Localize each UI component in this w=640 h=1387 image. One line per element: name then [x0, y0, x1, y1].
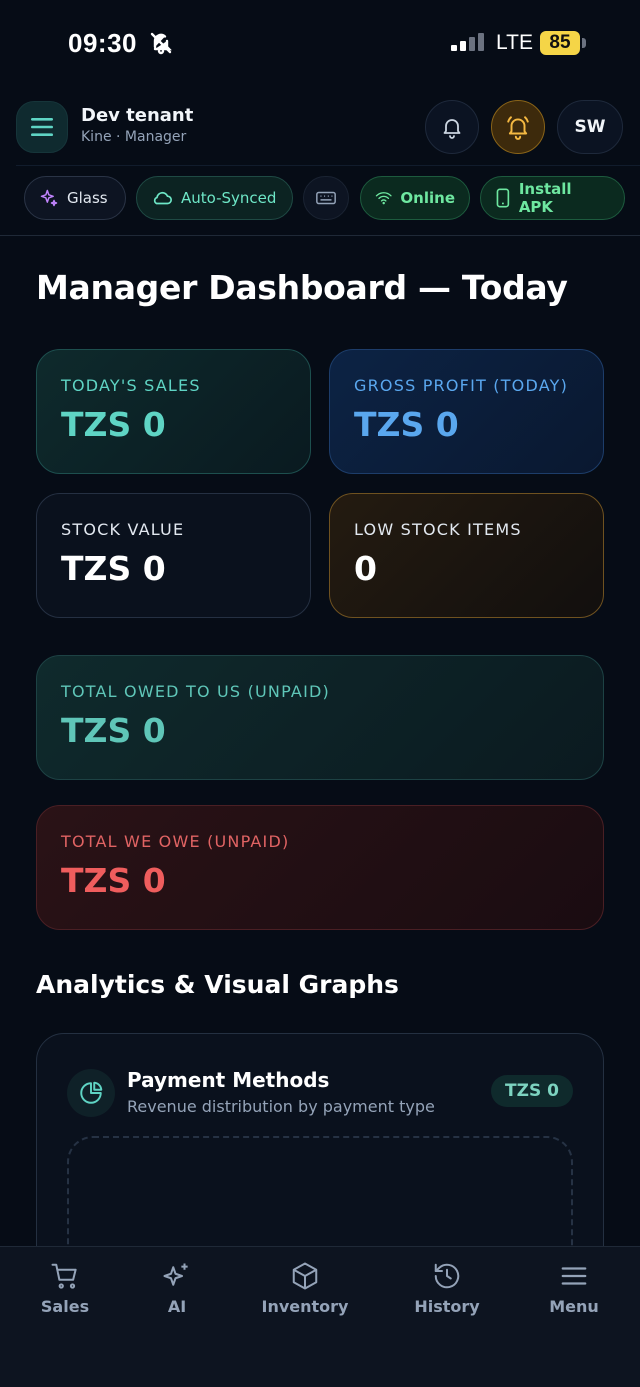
online-status-chip[interactable]: Online [360, 176, 470, 220]
battery-level: 85 [540, 31, 580, 55]
bell-off-icon [150, 32, 172, 55]
nav-inventory[interactable]: Inventory [260, 1261, 350, 1316]
install-apk-button[interactable]: Install APK [480, 176, 625, 220]
card-label: LOW STOCK ITEMS [354, 520, 522, 539]
card-value: TZS 0 [61, 405, 166, 444]
nav-menu[interactable]: Menu [546, 1261, 602, 1316]
we-owe-card[interactable]: TOTAL WE OWE (UNPAID) TZS 0 [36, 805, 604, 930]
toolbar-chips: Glass Auto-Synced Online Install APK [16, 165, 640, 227]
keyboard-chip[interactable] [303, 176, 349, 220]
stock-value-card[interactable]: STOCK VALUE TZS 0 [36, 493, 311, 618]
phone-icon [496, 188, 510, 208]
tenant-subtitle: Kine · Manager [81, 129, 187, 145]
card-label: TOTAL OWED TO US (UNPAID) [61, 682, 330, 701]
bell-icon [443, 119, 461, 139]
keyboard-icon [316, 191, 336, 205]
nav-ai[interactable]: AI [152, 1261, 202, 1316]
card-label: TOTAL WE OWE (UNPAID) [61, 832, 290, 851]
card-value: TZS 0 [354, 405, 459, 444]
card-label: GROSS PROFIT (TODAY) [354, 376, 569, 395]
panel-title: Payment Methods [127, 1068, 330, 1092]
notifications-button[interactable] [425, 100, 479, 154]
status-time: 09:30 [68, 28, 137, 58]
nav-label: History [414, 1297, 480, 1316]
status-bar: 09:30 LTE 85 [0, 0, 640, 90]
nav-label: AI [167, 1297, 187, 1316]
low-stock-card[interactable]: LOW STOCK ITEMS 0 [329, 493, 604, 618]
wifi-icon [375, 192, 392, 205]
gross-profit-card[interactable]: GROSS PROFIT (TODAY) TZS 0 [329, 349, 604, 474]
nav-label: Menu [549, 1297, 599, 1316]
online-chip-label: Online [400, 189, 455, 207]
history-icon [434, 1263, 460, 1289]
sync-status-chip[interactable]: Auto-Synced [136, 176, 293, 220]
sync-chip-label: Auto-Synced [181, 189, 277, 207]
battery-nub [582, 38, 586, 48]
todays-sales-card[interactable]: TODAY'S SALES TZS 0 [36, 349, 311, 474]
network-type: LTE [496, 31, 533, 54]
pie-chart-icon [67, 1069, 115, 1117]
hamburger-menu-button[interactable] [16, 101, 68, 153]
hamburger-icon [31, 118, 53, 136]
bottom-navigation: Sales AI Inventory History Menu [0, 1246, 640, 1387]
alerts-button[interactable] [491, 100, 545, 154]
glass-chip-label: Glass [67, 189, 108, 207]
nav-label: Inventory [261, 1297, 349, 1316]
card-value: 0 [354, 549, 377, 588]
panel-total-badge: TZS 0 [491, 1075, 573, 1107]
analytics-section-title: Analytics & Visual Graphs [36, 970, 399, 999]
card-value: TZS 0 [61, 861, 166, 900]
signal-icon [451, 33, 484, 51]
install-apk-label: Install APK [518, 180, 572, 216]
owed-to-us-card[interactable]: TOTAL OWED TO US (UNPAID) TZS 0 [36, 655, 604, 780]
nav-sales[interactable]: Sales [40, 1261, 90, 1316]
nav-history[interactable]: History [412, 1261, 482, 1316]
cart-icon [51, 1263, 77, 1289]
card-value: TZS 0 [61, 549, 166, 588]
glass-toggle-chip[interactable]: Glass [24, 176, 126, 220]
nav-label: Sales [40, 1297, 90, 1316]
user-avatar-button[interactable]: SW [557, 100, 623, 154]
menu-icon [561, 1267, 587, 1285]
header-divider [0, 235, 640, 236]
tenant-name: Dev tenant [81, 105, 194, 126]
card-label: STOCK VALUE [61, 520, 185, 539]
sparkles-icon [40, 189, 58, 207]
page-title: Manager Dashboard — Today [36, 268, 568, 307]
card-value: TZS 0 [61, 711, 166, 750]
bell-ring-icon [507, 116, 529, 140]
cloud-icon [153, 191, 172, 205]
panel-subtitle: Revenue distribution by payment type [127, 1097, 435, 1116]
box-icon [292, 1262, 318, 1290]
card-label: TODAY'S SALES [61, 376, 201, 395]
sparkles-icon [163, 1263, 188, 1286]
